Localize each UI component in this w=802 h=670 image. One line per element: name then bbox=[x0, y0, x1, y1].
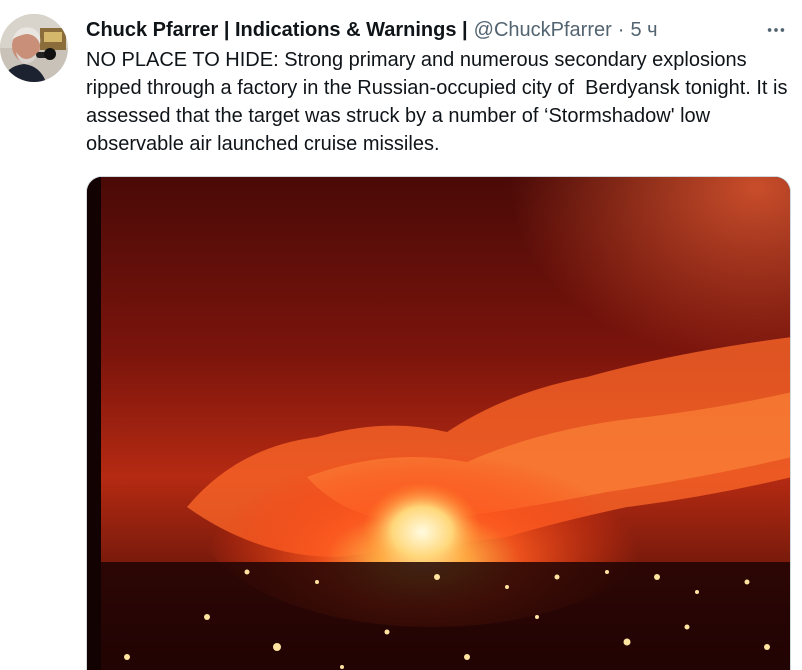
avatar[interactable] bbox=[0, 14, 68, 82]
author-handle[interactable]: @ChuckPfarrer bbox=[474, 16, 612, 44]
explosion-photo bbox=[87, 177, 790, 670]
tweet-text: NO PLACE TO HIDE: Strong primary and num… bbox=[86, 49, 794, 155]
tweet-card[interactable]: Chuck Pfarrer | Indications & Warnings |… bbox=[0, 0, 802, 670]
tweet-header: Chuck Pfarrer | Indications & Warnings |… bbox=[86, 16, 658, 44]
avatar-photo bbox=[0, 14, 68, 82]
tweet-timestamp[interactable]: 5 ч bbox=[630, 16, 657, 44]
more-options-button[interactable] bbox=[758, 12, 794, 48]
separator-dot: · bbox=[617, 19, 625, 41]
more-horizontal-icon bbox=[767, 28, 785, 32]
author-name[interactable]: Chuck Pfarrer | Indications & Warnings | bbox=[86, 16, 468, 44]
tweet-media-image[interactable] bbox=[86, 176, 791, 670]
